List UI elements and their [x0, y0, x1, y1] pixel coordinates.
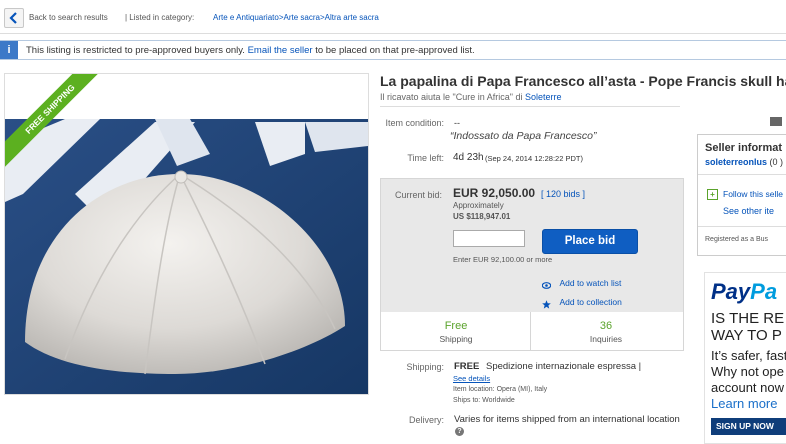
paypal-logo: PayPa	[711, 279, 777, 305]
condition-label: Item condition:	[385, 118, 444, 128]
email-seller-link[interactable]: Email the seller	[248, 45, 313, 56]
shipping-free: FREE	[454, 361, 480, 372]
bid-amount-input[interactable]	[453, 230, 525, 247]
item-title: La papalina di Papa Francesco all’asta -…	[380, 73, 786, 89]
item-location: Item location: Opera (MI), Italy	[453, 386, 548, 393]
divider	[380, 106, 680, 107]
seller-feedback: (0 )	[769, 157, 784, 167]
notice-text: This listing is restricted to pre-approv…	[26, 45, 245, 56]
time-left-value: 4d 23h	[453, 152, 484, 163]
help-icon[interactable]: ?	[455, 427, 464, 436]
item-photo[interactable]: FREE SHIPPING	[4, 73, 369, 395]
eye-icon	[541, 277, 552, 290]
ad-text-3: account now	[711, 380, 784, 395]
watch-list-label[interactable]: Add to watch list	[559, 278, 621, 288]
usd-price: US $118,947.01	[453, 212, 511, 221]
delivery-value: Varies for items shipped from an interna…	[454, 414, 680, 425]
delivery-label: Delivery:	[408, 415, 444, 425]
chevron-left-icon	[9, 12, 17, 24]
back-to-search-link[interactable]: Back to search results	[29, 13, 108, 22]
star-icon	[542, 296, 551, 309]
collection-label[interactable]: Add to collection	[559, 297, 621, 307]
bid-count[interactable]: [ 120 bids ]	[541, 189, 585, 199]
plus-icon: +	[707, 189, 718, 200]
see-other-items-link[interactable]: See other ite	[723, 206, 774, 216]
item-subtitle: Il ricavato aiuta le "Cure in Africa" di…	[380, 92, 562, 102]
category-prefix: | Listed in category:	[125, 13, 195, 22]
ad-text-2: Why not ope	[711, 364, 784, 379]
watch-list-link[interactable]: Add to watch list	[541, 273, 621, 291]
time-left-label: Time left:	[407, 153, 444, 163]
divider	[698, 174, 786, 175]
condition-quote: “Indossato da Papa Francesco”	[450, 130, 597, 142]
soleterre-link[interactable]: Soleterre	[525, 92, 562, 102]
seller-info-heading: Seller informat	[705, 142, 783, 154]
min-bid-hint: Enter EUR 92,100.00 or more	[453, 255, 553, 264]
learn-more-link[interactable]: Learn more	[711, 396, 777, 411]
collection-link[interactable]: Add to collection	[542, 292, 622, 310]
skull-cap-image	[5, 74, 368, 394]
inquiries-stat-label: Inquiries	[589, 334, 623, 344]
current-bid-price: EUR 92,050.00	[453, 186, 536, 200]
shipping-label: Shipping:	[406, 362, 444, 372]
shipping-method: Spedizione internazionale espressa |	[485, 361, 642, 372]
seller-name[interactable]: soleterreonlus (0 )	[705, 157, 783, 167]
ad-headline-2: WAY TO P	[711, 327, 782, 344]
info-icon: i	[0, 41, 18, 59]
divider	[698, 226, 786, 227]
subtitle-text: Il ricavato aiuta le "Cure in Africa" di	[380, 92, 523, 102]
notice-text-after: to be placed on that pre-approved list.	[315, 45, 475, 56]
seller-name-link[interactable]: soleterreonlus	[705, 157, 767, 167]
bid-count-link[interactable]: [ 120 bids ]	[541, 189, 585, 199]
back-button[interactable]	[4, 8, 24, 28]
approx-label: Approximately	[453, 201, 504, 210]
inquiries-stat: 36	[599, 320, 613, 332]
free-shipping-stat: Free	[444, 320, 468, 332]
category-breadcrumb[interactable]: Arte e Antiquariato>Arte sacra>Altra art…	[213, 13, 379, 22]
paypal-logo-pal: Pa	[750, 279, 778, 304]
sign-up-button[interactable]: SIGN UP NOW	[711, 418, 786, 435]
place-bid-button[interactable]: Place bid	[542, 229, 638, 254]
registered-business: Registered as a Bus	[705, 236, 769, 243]
time-left-detail: (Sep 24, 2014 12:28:22 PDT)	[485, 154, 583, 163]
see-details-link[interactable]: See details	[453, 374, 490, 383]
ad-headline-1: IS THE RE	[711, 310, 785, 327]
ships-to: Ships to: Worldwide	[453, 397, 515, 404]
condition-value: --	[454, 118, 460, 128]
divider	[0, 33, 786, 34]
mail-icon[interactable]	[770, 117, 782, 126]
ad-text-1: It’s safer, fast	[711, 348, 786, 363]
shipping-value: FREE Spedizione internazionale espressa …	[454, 361, 641, 372]
shipping-stat-label: Shipping	[439, 334, 473, 344]
restriction-notice: i This listing is restricted to pre-appr…	[0, 40, 786, 60]
follow-seller-link[interactable]: Follow this selle	[723, 189, 783, 199]
paypal-logo-pay: Pay	[711, 279, 751, 304]
current-bid-label: Current bid:	[394, 190, 442, 200]
